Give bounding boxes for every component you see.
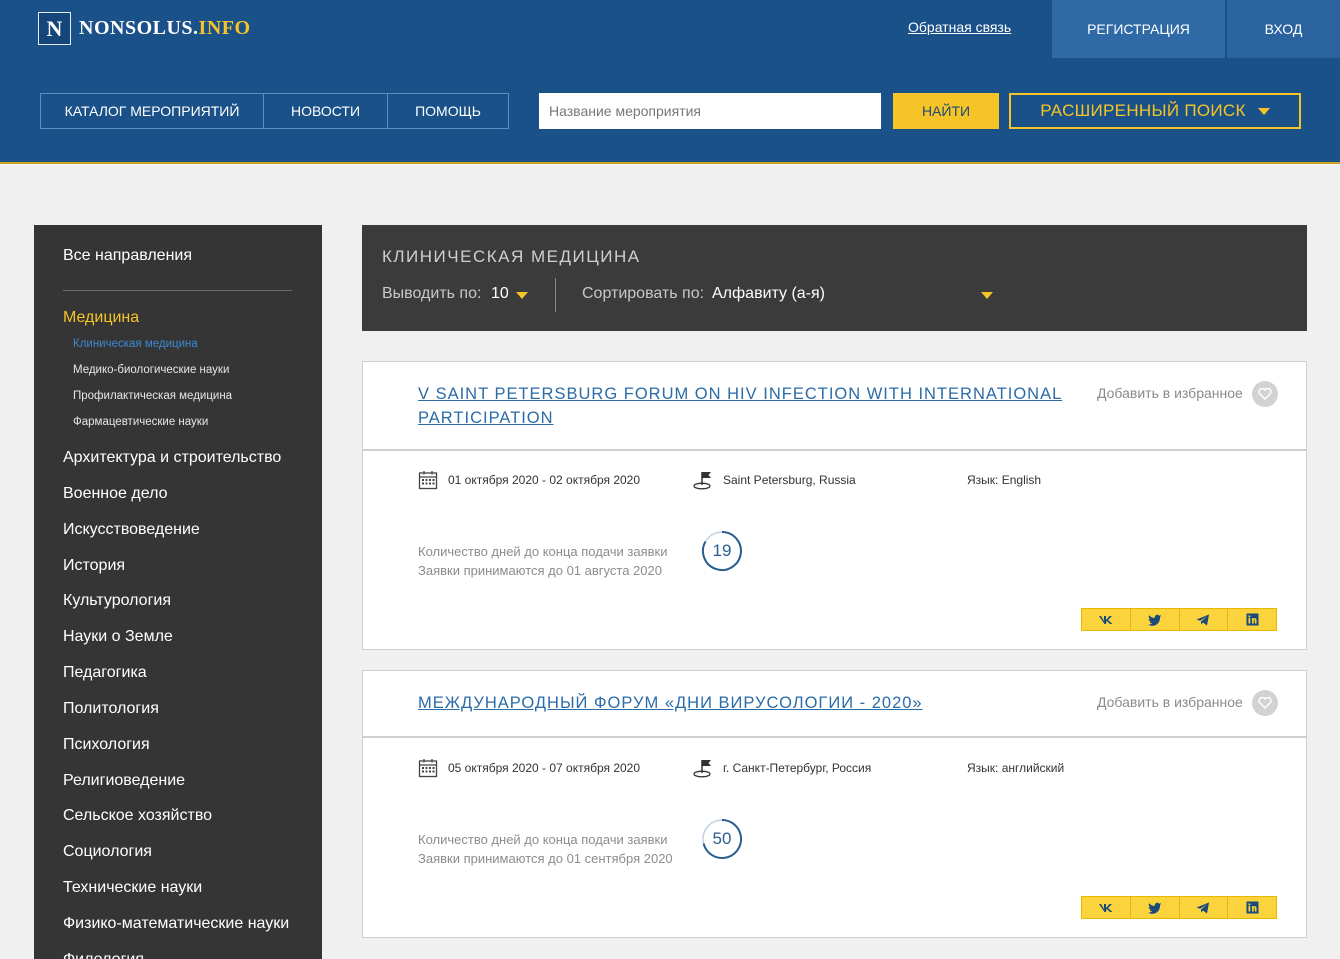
sidebar-subitem-pharma[interactable]: Фармацевтические науки <box>73 416 208 428</box>
share-twitter-button[interactable] <box>1129 609 1179 630</box>
event-card: V SAINT PETERSBURG FORUM ON HIV INFECTIO… <box>362 361 1307 650</box>
sidebar-item-agriculture[interactable]: Сельское хозяйство <box>63 807 212 825</box>
login-button[interactable]: ВХОД <box>1227 0 1340 58</box>
feedback-link[interactable]: Обратная связь <box>908 19 1011 35</box>
chevron-down-icon <box>1257 107 1270 115</box>
logo-text: NONSOLUS.INFO <box>79 17 251 40</box>
event-card-header: V SAINT PETERSBURG FORUM ON HIV INFECTIO… <box>363 362 1306 451</box>
header-separator <box>555 278 556 312</box>
sidebar-item-all[interactable]: Все направления <box>63 247 192 265</box>
event-language: Язык: English <box>967 473 1042 487</box>
share-vk-button[interactable] <box>1082 609 1130 630</box>
category-sidebar: Все направления Медицина Клиническая мед… <box>34 225 322 959</box>
sidebar-item-pedagogy[interactable]: Педагогика <box>63 664 147 682</box>
deadline-label: Количество дней до конца подачи заявки З… <box>418 542 668 580</box>
calendar-icon <box>418 471 438 490</box>
sidebar-item-philology[interactable]: Филология <box>63 951 144 959</box>
share-linkedin-button[interactable] <box>1227 609 1276 630</box>
event-title-link[interactable]: V SAINT PETERSBURG FORUM ON HIV INFECTIO… <box>418 382 1068 430</box>
logo-domain: INFO <box>198 17 251 39</box>
sidebar-item-military[interactable]: Военное дело <box>63 485 168 503</box>
share-bar <box>1081 896 1277 919</box>
sidebar-item-psychology[interactable]: Психология <box>63 736 150 754</box>
location-flag-icon <box>693 472 711 490</box>
share-linkedin-button[interactable] <box>1227 897 1276 918</box>
listing-header: КЛИНИЧЕСКАЯ МЕДИЦИНА Выводить по: 10 Сор… <box>362 225 1307 331</box>
deadline-text: Заявки принимаются до 01 августа 2020 <box>418 563 662 578</box>
sidebar-subitem-clinical[interactable]: Клиническая медицина <box>73 338 198 350</box>
linkedin-icon <box>1246 613 1259 626</box>
per-page-label: Выводить по: <box>382 285 482 302</box>
chevron-down-icon[interactable] <box>516 292 528 299</box>
sidebar-item-technical[interactable]: Технические науки <box>63 879 202 897</box>
heart-icon[interactable] <box>1252 690 1278 716</box>
vk-icon <box>1098 903 1113 912</box>
event-card-header: МЕЖДУНАРОДНЫЙ ФОРУМ «ДНИ ВИРУСОЛОГИИ - 2… <box>363 671 1306 738</box>
telegram-icon <box>1196 614 1210 625</box>
deadline-text: Заявки принимаются до 01 сентября 2020 <box>418 851 673 866</box>
nav-band: КАТАЛОГ МЕРОПРИЯТИЙ НОВОСТИ ПОМОЩЬ НАЙТИ… <box>0 58 1340 164</box>
sort-select[interactable]: Алфавиту (а-я) <box>712 285 825 303</box>
find-button[interactable]: НАЙТИ <box>893 93 999 129</box>
per-page-select[interactable]: 10 <box>491 285 509 303</box>
twitter-icon <box>1147 614 1162 626</box>
add-favorite-link[interactable]: Добавить в избранное <box>1097 694 1243 710</box>
deadline-label: Количество дней до конца подачи заявки З… <box>418 830 673 868</box>
sidebar-divider <box>63 290 292 291</box>
menu-item-catalog[interactable]: КАТАЛОГ МЕРОПРИЯТИЙ <box>41 94 263 128</box>
logo-mark: N <box>38 12 71 45</box>
share-bar <box>1081 608 1277 631</box>
sidebar-item-architecture[interactable]: Архитектура и строительство <box>63 449 281 467</box>
linkedin-icon <box>1246 901 1259 914</box>
event-location: Saint Petersburg, Russia <box>723 473 856 487</box>
add-favorite-link[interactable]: Добавить в избранное <box>1097 385 1243 401</box>
location-flag-icon <box>693 760 711 778</box>
site-logo[interactable]: N NONSOLUS.INFO <box>38 12 251 45</box>
calendar-icon <box>418 759 438 778</box>
vk-icon <box>1098 615 1113 624</box>
register-button[interactable]: РЕГИСТРАЦИЯ <box>1052 0 1225 58</box>
share-telegram-button[interactable] <box>1178 897 1228 918</box>
event-dates: 01 октября 2020 - 02 октября 2020 <box>448 473 641 487</box>
advanced-search-label: РАСШИРЕННЫЙ ПОИСК <box>1040 101 1246 120</box>
search-input[interactable] <box>539 93 881 129</box>
twitter-icon <box>1147 902 1162 914</box>
event-language: Язык: английский <box>967 761 1065 775</box>
sidebar-item-art[interactable]: Искусствоведение <box>63 521 200 539</box>
sidebar-item-sociology[interactable]: Социология <box>63 843 152 861</box>
sidebar-item-culture[interactable]: Культурология <box>63 592 171 610</box>
days-left-count: 50 <box>712 829 732 848</box>
sidebar-subitem-preventive[interactable]: Профилактическая медицина <box>73 390 232 402</box>
menu-item-help[interactable]: ПОМОЩЬ <box>387 94 508 128</box>
event-card: МЕЖДУНАРОДНЫЙ ФОРУМ «ДНИ ВИРУСОЛОГИИ - 2… <box>362 670 1307 938</box>
sidebar-subitem-biomedical[interactable]: Медико-биологические науки <box>73 364 229 376</box>
heart-icon[interactable] <box>1252 381 1278 407</box>
sidebar-item-medicine[interactable]: Медицина <box>63 309 139 327</box>
share-telegram-button[interactable] <box>1178 609 1228 630</box>
days-left-count: 19 <box>712 541 732 560</box>
logo-name: NONSOLUS. <box>79 17 199 39</box>
sidebar-item-religion[interactable]: Религиоведение <box>63 772 185 790</box>
chevron-down-icon[interactable] <box>981 292 993 299</box>
event-dates: 05 октября 2020 - 07 октября 2020 <box>448 761 641 775</box>
page-title: КЛИНИЧЕСКАЯ МЕДИЦИНА <box>382 247 641 266</box>
menu-item-news[interactable]: НОВОСТИ <box>263 94 387 128</box>
sidebar-item-physmath[interactable]: Физико-математические науки <box>63 915 289 933</box>
advanced-search-button[interactable]: РАСШИРЕННЫЙ ПОИСК <box>1009 93 1301 129</box>
main-menu: КАТАЛОГ МЕРОПРИЯТИЙ НОВОСТИ ПОМОЩЬ <box>40 93 509 129</box>
event-location: г. Санкт-Петербург, Россия <box>723 761 872 775</box>
sort-label: Сортировать по: <box>582 285 705 302</box>
sidebar-item-politics[interactable]: Политология <box>63 700 159 718</box>
event-title-link[interactable]: МЕЖДУНАРОДНЫЙ ФОРУМ «ДНИ ВИРУСОЛОГИИ - 2… <box>418 691 1068 715</box>
share-twitter-button[interactable] <box>1129 897 1179 918</box>
days-label-text: Количество дней до конца подачи заявки <box>418 832 668 847</box>
days-label-text: Количество дней до конца подачи заявки <box>418 544 668 559</box>
top-bar: N NONSOLUS.INFO Обратная связь РЕГИСТРАЦ… <box>0 0 1340 58</box>
share-vk-button[interactable] <box>1082 897 1130 918</box>
telegram-icon <box>1196 902 1210 913</box>
sidebar-item-history[interactable]: История <box>63 557 125 575</box>
sidebar-item-earth[interactable]: Науки о Земле <box>63 628 173 646</box>
